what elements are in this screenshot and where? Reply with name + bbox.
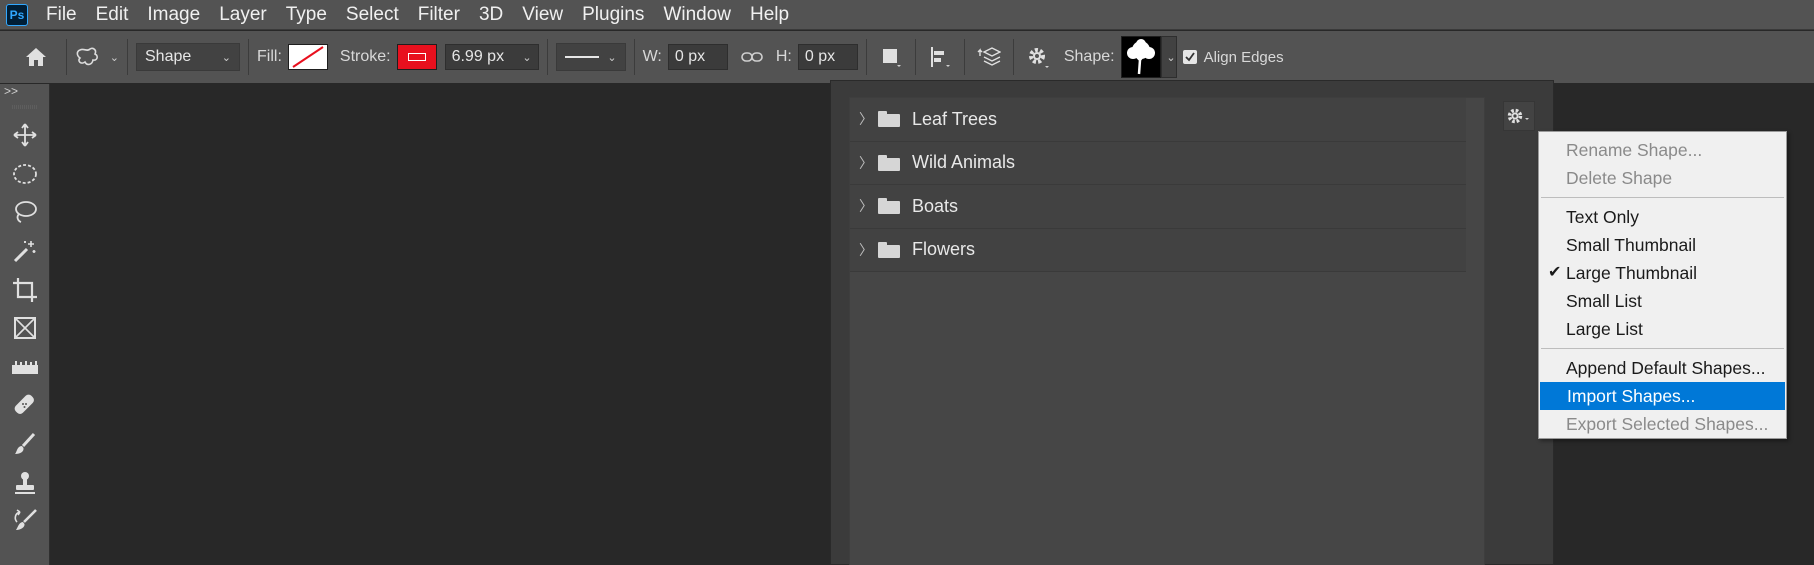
folder-icon (878, 198, 900, 215)
height-field[interactable]: 0 px (797, 44, 858, 70)
chevron-down-icon: ⌄ (221, 51, 231, 64)
path-operations-icon[interactable] (875, 41, 907, 73)
height-label: H: (775, 48, 792, 65)
shape-group-wild-animals[interactable]: 〉 Wild Animals (850, 141, 1466, 185)
path-alignment-icon[interactable] (924, 41, 956, 73)
width-value: 0 px (674, 48, 706, 65)
stroke-label: Stroke: (339, 48, 391, 65)
menu-delete-shape[interactable]: Delete Shape (1539, 164, 1786, 192)
chevron-down-icon[interactable]: ⌄ (514, 51, 531, 64)
path-arrangement-icon[interactable] (973, 41, 1005, 73)
lasso-icon[interactable] (0, 193, 50, 232)
menu-small-list[interactable]: Small List (1539, 287, 1786, 315)
shape-group-leaf-trees[interactable]: 〉 Leaf Trees (850, 98, 1466, 142)
chevron-right-icon[interactable]: 〉 (854, 196, 878, 216)
collapse-panel-button[interactable]: >> (0, 84, 49, 98)
stroke-width-value: 6.99 px (451, 48, 505, 65)
width-field[interactable]: 0 px (667, 44, 728, 70)
menu-edit[interactable]: Edit (96, 4, 129, 26)
move-tool-icon[interactable] (0, 116, 50, 155)
ruler-icon[interactable] (0, 348, 50, 387)
align-edges-checkbox[interactable] (1182, 50, 1197, 64)
menu-view[interactable]: View (522, 4, 563, 26)
chevron-down-icon: ⌄ (607, 51, 617, 64)
menu-rename-shape[interactable]: Rename Shape... (1539, 136, 1786, 164)
shape-label: Shape: (1063, 48, 1115, 65)
fill-swatch[interactable] (287, 44, 328, 70)
menu-window[interactable]: Window (663, 4, 731, 26)
fill-label: Fill: (257, 48, 282, 65)
menu-3d[interactable]: 3D (479, 4, 503, 26)
healing-brush-icon[interactable] (0, 386, 50, 425)
stroke-swatch[interactable] (396, 44, 437, 70)
chevron-right-icon[interactable]: 〉 (854, 109, 878, 129)
width-label: W: (642, 48, 662, 65)
shape-list[interactable]: 〉 Leaf Trees 〉 Wild Animals 〉 Boats 〉 Fl… (849, 97, 1485, 565)
menu-large-list[interactable]: Large List (1539, 315, 1786, 343)
panel-flyout-menu: Rename Shape... Delete Shape Text Only S… (1538, 131, 1787, 439)
menu-file[interactable]: File (46, 4, 77, 26)
clone-stamp-icon[interactable] (0, 463, 50, 502)
menu-large-thumbnail[interactable]: ✔ Large Thumbnail (1539, 259, 1786, 287)
menu-select[interactable]: Select (346, 4, 399, 26)
photoshop-logo: Ps (6, 3, 28, 26)
tree-shape-thumbnail[interactable] (1120, 36, 1161, 78)
menu-separator (1541, 197, 1784, 198)
menu-small-thumbnail[interactable]: Small Thumbnail (1539, 231, 1786, 259)
shape-group-boats[interactable]: 〉 Boats (850, 185, 1466, 229)
menu-bar: Ps File Edit Image Layer Type Select Fil… (0, 0, 1814, 30)
group-label: Flowers (912, 239, 976, 260)
link-icon[interactable] (736, 41, 768, 73)
tool-mode-value: Shape (145, 48, 192, 65)
chevron-right-icon[interactable]: 〉 (854, 153, 878, 173)
history-brush-icon[interactable] (0, 502, 50, 541)
frame-icon[interactable] (0, 309, 50, 348)
height-value: 0 px (804, 48, 836, 65)
checkmark-icon: ✔ (1548, 264, 1562, 281)
menu-plugins[interactable]: Plugins (582, 4, 644, 26)
menu-help[interactable]: Help (750, 4, 789, 26)
magic-wand-icon[interactable] (0, 232, 50, 271)
stroke-width-field[interactable]: 6.99 px ⌄ (444, 44, 539, 70)
folder-icon (878, 111, 900, 128)
menu-separator (1541, 348, 1784, 349)
gear-icon[interactable] (1022, 41, 1054, 73)
crop-icon[interactable] (0, 270, 50, 309)
brush-icon[interactable] (0, 425, 50, 464)
menu-text-only[interactable]: Text Only (1539, 203, 1786, 231)
folder-icon (878, 241, 900, 258)
align-edges-label: Align Edges (1203, 48, 1284, 66)
chevron-right-icon[interactable]: 〉 (854, 240, 878, 260)
menu-image[interactable]: Image (147, 4, 200, 26)
menu-export-selected-shapes[interactable]: Export Selected Shapes... (1539, 410, 1786, 438)
shape-picker[interactable]: ⌄ (1120, 36, 1177, 78)
tool-mode-dropdown[interactable]: Shape ⌄ (136, 43, 240, 71)
panel-settings-button[interactable] (1503, 101, 1535, 131)
menu-append-default-shapes[interactable]: Append Default Shapes... (1539, 354, 1786, 382)
menu-layer[interactable]: Layer (219, 4, 267, 26)
document-canvas[interactable] (51, 84, 830, 565)
home-icon[interactable] (20, 41, 52, 73)
panel-grip[interactable] (0, 98, 49, 116)
group-label: Boats (912, 195, 959, 216)
options-bar: ⌄ Shape ⌄ Fill: Stroke: 6.99 px ⌄ ⌄ W: 0… (0, 31, 1814, 83)
folder-icon (878, 154, 900, 171)
group-label: Leaf Trees (912, 108, 998, 129)
tools-panel: >> (0, 84, 50, 565)
stroke-line-icon (564, 56, 600, 58)
custom-shape-tool-icon[interactable]: ⌄ (75, 41, 119, 73)
group-label: Wild Animals (912, 152, 1016, 173)
menu-type[interactable]: Type (286, 4, 327, 26)
menu-import-shapes[interactable]: Import Shapes... (1540, 382, 1785, 410)
menu-filter[interactable]: Filter (418, 4, 460, 26)
shape-group-flowers[interactable]: 〉 Flowers (850, 228, 1466, 272)
elliptical-marquee-icon[interactable] (0, 155, 50, 194)
shape-picker-panel: 〉 Leaf Trees 〉 Wild Animals 〉 Boats 〉 Fl… (830, 80, 1554, 565)
stroke-type-dropdown[interactable]: ⌄ (555, 43, 626, 71)
chevron-down-icon[interactable]: ⌄ (1160, 36, 1177, 78)
